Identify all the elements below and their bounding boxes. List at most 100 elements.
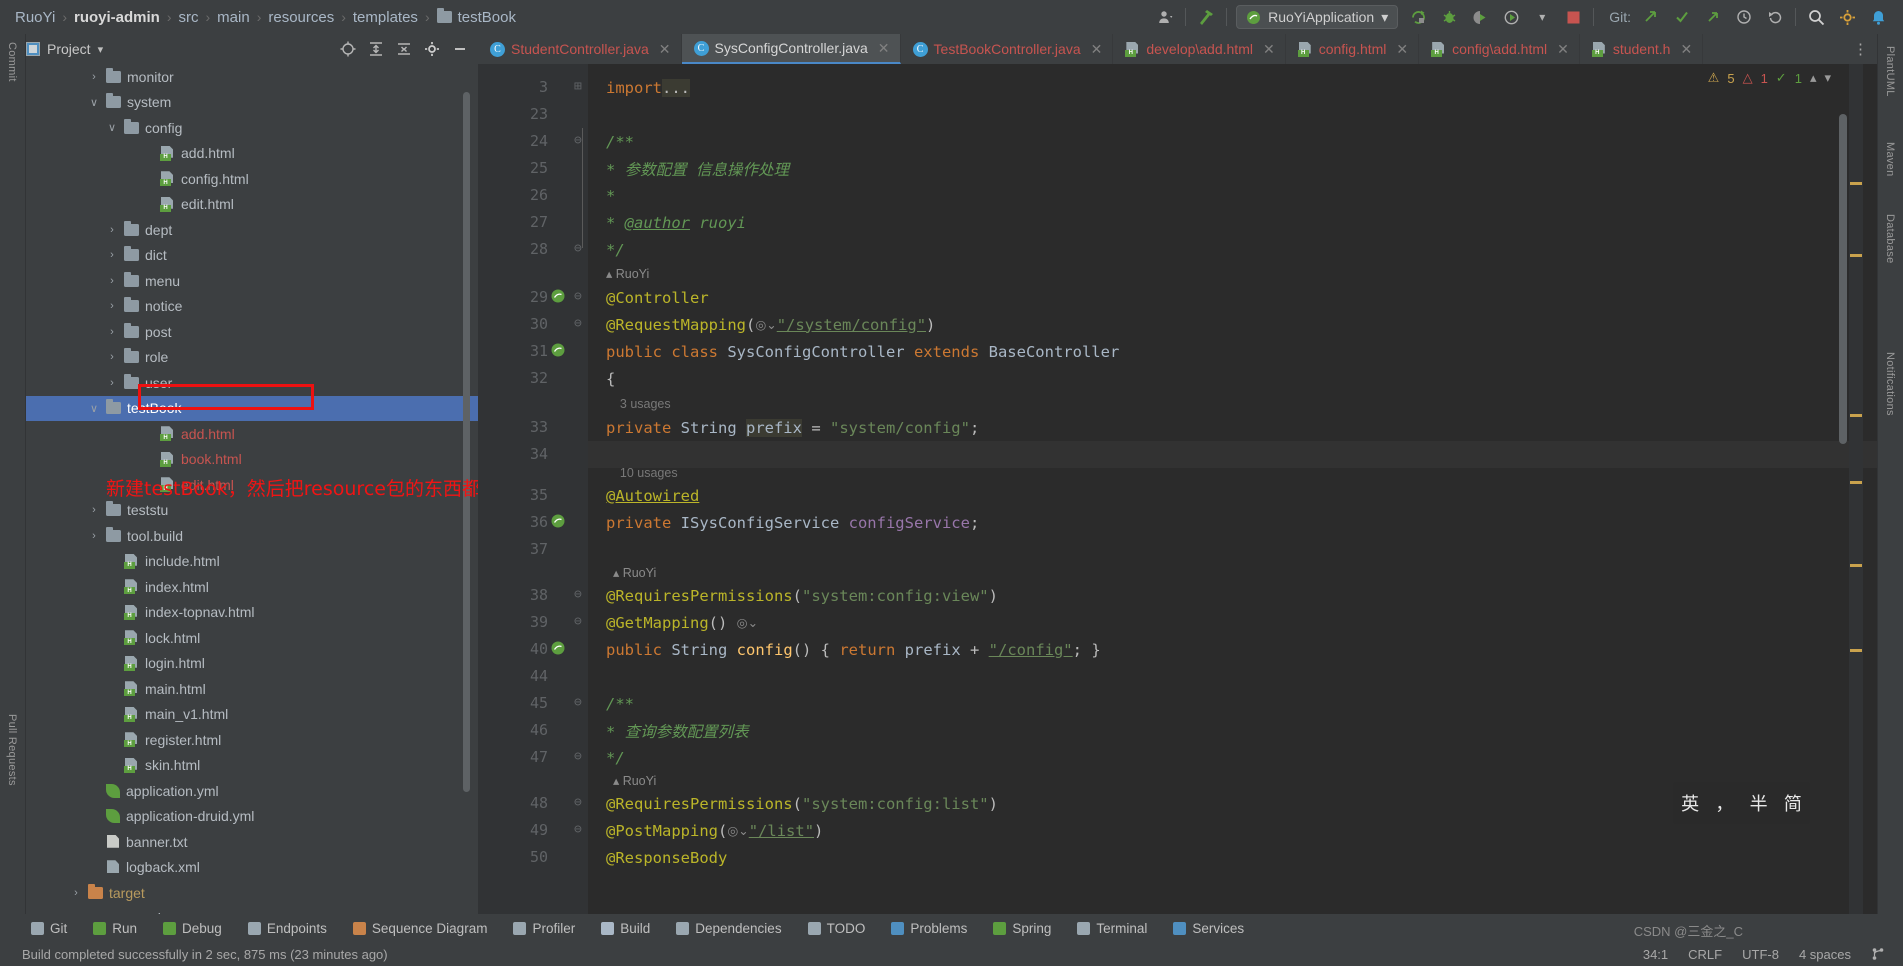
chevron-up-icon[interactable]: ▴ bbox=[1810, 70, 1817, 86]
error-stripe[interactable] bbox=[1849, 64, 1863, 938]
undo-icon[interactable] bbox=[1764, 6, 1786, 28]
close-icon[interactable]: ✕ bbox=[1396, 41, 1408, 58]
code-fold-icon[interactable]: ⊖ bbox=[574, 316, 582, 331]
code-fold-icon[interactable]: ⊖ bbox=[574, 795, 582, 810]
caret-position[interactable]: 34:1 bbox=[1643, 947, 1668, 962]
minimize-icon[interactable] bbox=[452, 41, 468, 57]
editor-tab-0[interactable]: C StudentController.java ✕ bbox=[478, 34, 682, 64]
tree-node-config-html[interactable]: Hconfig.html bbox=[26, 166, 478, 192]
tree-node-post[interactable]: › post bbox=[26, 319, 478, 345]
chevron-right-icon[interactable]: › bbox=[106, 300, 118, 312]
ime-width[interactable]: 半 bbox=[1750, 790, 1768, 816]
override-icon[interactable] bbox=[550, 640, 568, 658]
tree-node-add-html[interactable]: Hadd.html bbox=[26, 421, 478, 447]
bottom-tool-problems[interactable]: Problems bbox=[878, 921, 980, 936]
ime-lang[interactable]: 英 bbox=[1681, 790, 1699, 816]
code-fold-icon[interactable]: ⊖ bbox=[574, 133, 582, 148]
chevron-right-icon[interactable]: › bbox=[106, 249, 118, 261]
breadcrumb-item-resources[interactable]: resources bbox=[261, 9, 341, 26]
code-line[interactable] bbox=[606, 101, 615, 128]
code-line[interactable]: @PostMapping(◎⌄ "/list") bbox=[606, 817, 823, 844]
branch-icon[interactable] bbox=[1871, 947, 1885, 961]
code-line[interactable]: /** bbox=[606, 128, 634, 155]
chevron-down-icon[interactable]: ∨ bbox=[88, 402, 100, 415]
code-fold-icon[interactable]: ⊖ bbox=[574, 822, 582, 837]
bottom-tool-spring[interactable]: Spring bbox=[980, 921, 1064, 936]
tree-node-register-html[interactable]: Hregister.html bbox=[26, 727, 478, 753]
inspection-widget[interactable]: ⚠ 5 △ 1 ✓ 1 ▴ ▾ bbox=[1708, 70, 1831, 86]
editor-tab-5[interactable]: Hconfig\add.html ✕ bbox=[1419, 34, 1580, 64]
tree-node-dict[interactable]: › dict bbox=[26, 243, 478, 269]
close-icon[interactable]: ✕ bbox=[1091, 41, 1103, 58]
breadcrumb-item-testbook[interactable]: testBook bbox=[430, 8, 523, 26]
git-commit-icon[interactable] bbox=[1671, 6, 1693, 28]
chevron-right-icon[interactable]: › bbox=[88, 504, 100, 516]
breadcrumb-item-ruoyi-admin[interactable]: ruoyi-admin bbox=[67, 9, 167, 26]
more-tabs-icon[interactable]: ⋮ bbox=[1853, 40, 1868, 58]
code-line[interactable]: ▴ RuoYi bbox=[606, 260, 649, 287]
tree-node-include-html[interactable]: Hinclude.html bbox=[26, 549, 478, 575]
breadcrumb-item-ruoyi[interactable]: RuoYi bbox=[8, 9, 62, 26]
code-line[interactable]: 3 usages bbox=[606, 390, 671, 417]
left-rail-pull-requests[interactable]: Pull Requests bbox=[6, 714, 18, 786]
chevron-right-icon[interactable]: › bbox=[106, 224, 118, 236]
code-fold-icon[interactable]: ⊖ bbox=[574, 241, 582, 256]
spring-autowire-icon[interactable] bbox=[550, 513, 568, 531]
tree-node-target[interactable]: › target bbox=[26, 880, 478, 906]
tree-node-role[interactable]: › role bbox=[26, 345, 478, 371]
tree-node-testbook[interactable]: ∨ testBook bbox=[26, 395, 478, 421]
chevron-down-icon[interactable]: ∨ bbox=[106, 121, 118, 134]
tree-node-main-v1-html[interactable]: Hmain_v1.html bbox=[26, 702, 478, 728]
ime-punctuation[interactable]: ， bbox=[1715, 790, 1733, 816]
bottom-tool-dependencies[interactable]: Dependencies bbox=[663, 921, 794, 936]
code-line[interactable]: */ bbox=[606, 236, 625, 263]
editor-tab-1[interactable]: C SysConfigController.java ✕ bbox=[681, 34, 901, 64]
chevron-down-icon[interactable]: ▾ bbox=[1531, 6, 1553, 28]
close-icon[interactable]: ✕ bbox=[878, 40, 890, 57]
code-line[interactable]: * 查询参数配置列表 bbox=[606, 717, 749, 744]
chevron-right-icon[interactable]: › bbox=[106, 377, 118, 389]
run-configuration-selector[interactable]: RuoYiApplication ▾ bbox=[1236, 5, 1399, 29]
tree-node-notice[interactable]: › notice bbox=[26, 294, 478, 320]
tree-node-edit-html[interactable]: Hedit.html bbox=[26, 192, 478, 218]
file-encoding[interactable]: UTF-8 bbox=[1742, 947, 1779, 962]
tree-node-teststu[interactable]: › teststu bbox=[26, 498, 478, 524]
code-fold-icon[interactable]: ⊖ bbox=[574, 695, 582, 710]
tree-node-application-yml[interactable]: application.yml bbox=[26, 778, 478, 804]
bottom-tool-run[interactable]: Run bbox=[80, 921, 150, 936]
code-line[interactable]: * @author ruoyi bbox=[606, 209, 746, 236]
right-rail-plantuml[interactable]: PlantUML bbox=[1884, 46, 1896, 97]
code-line[interactable]: private String prefix = "system/config"; bbox=[606, 414, 979, 441]
tree-node-main-html[interactable]: Hmain.html bbox=[26, 676, 478, 702]
close-icon[interactable]: ✕ bbox=[659, 41, 671, 58]
chevron-down-icon[interactable]: ▾ bbox=[1824, 70, 1831, 86]
tree-node-tool-build[interactable]: › tool.build bbox=[26, 523, 478, 549]
tree-node-banner-txt[interactable]: banner.txt bbox=[26, 829, 478, 855]
code-line[interactable]: private ISysConfigService configService; bbox=[606, 509, 979, 536]
collapse-all-icon[interactable] bbox=[396, 41, 412, 57]
tree-node-book-html[interactable]: Hbook.html bbox=[26, 447, 478, 473]
tree-node-application-druid-yml[interactable]: application-druid.yml bbox=[26, 804, 478, 830]
right-rail-notifications[interactable]: Notifications bbox=[1884, 352, 1896, 416]
code-fold-icon[interactable]: ⊖ bbox=[574, 614, 582, 629]
code-fold-icon[interactable]: ⊖ bbox=[574, 587, 582, 602]
search-icon[interactable] bbox=[1805, 6, 1827, 28]
code-line[interactable]: @ResponseBody bbox=[606, 844, 727, 871]
chevron-down-icon[interactable]: ∨ bbox=[88, 96, 100, 109]
code-line[interactable] bbox=[606, 663, 615, 690]
close-icon[interactable]: ✕ bbox=[1557, 41, 1569, 58]
editor-tab-4[interactable]: Hconfig.html ✕ bbox=[1286, 34, 1420, 64]
hammer-icon[interactable] bbox=[1195, 6, 1217, 28]
bottom-tool-endpoints[interactable]: Endpoints bbox=[235, 921, 340, 936]
user-icon[interactable] bbox=[1154, 6, 1176, 28]
code-line[interactable]: * bbox=[606, 182, 615, 209]
code-fold-icon[interactable]: ⊞ bbox=[574, 79, 582, 94]
spring-bean-icon[interactable] bbox=[550, 288, 568, 306]
tree-node-index-html[interactable]: Hindex.html bbox=[26, 574, 478, 600]
tree-node-login-html[interactable]: Hlogin.html bbox=[26, 651, 478, 677]
bug-icon[interactable] bbox=[1438, 6, 1460, 28]
code-line[interactable]: @RequiresPermissions("system:config:view… bbox=[606, 582, 998, 609]
code-line[interactable]: public class SysConfigController extends… bbox=[606, 338, 1119, 365]
breadcrumb-item-main[interactable]: main bbox=[210, 9, 257, 26]
code-line[interactable]: @GetMapping() ◎⌄ bbox=[606, 609, 758, 636]
